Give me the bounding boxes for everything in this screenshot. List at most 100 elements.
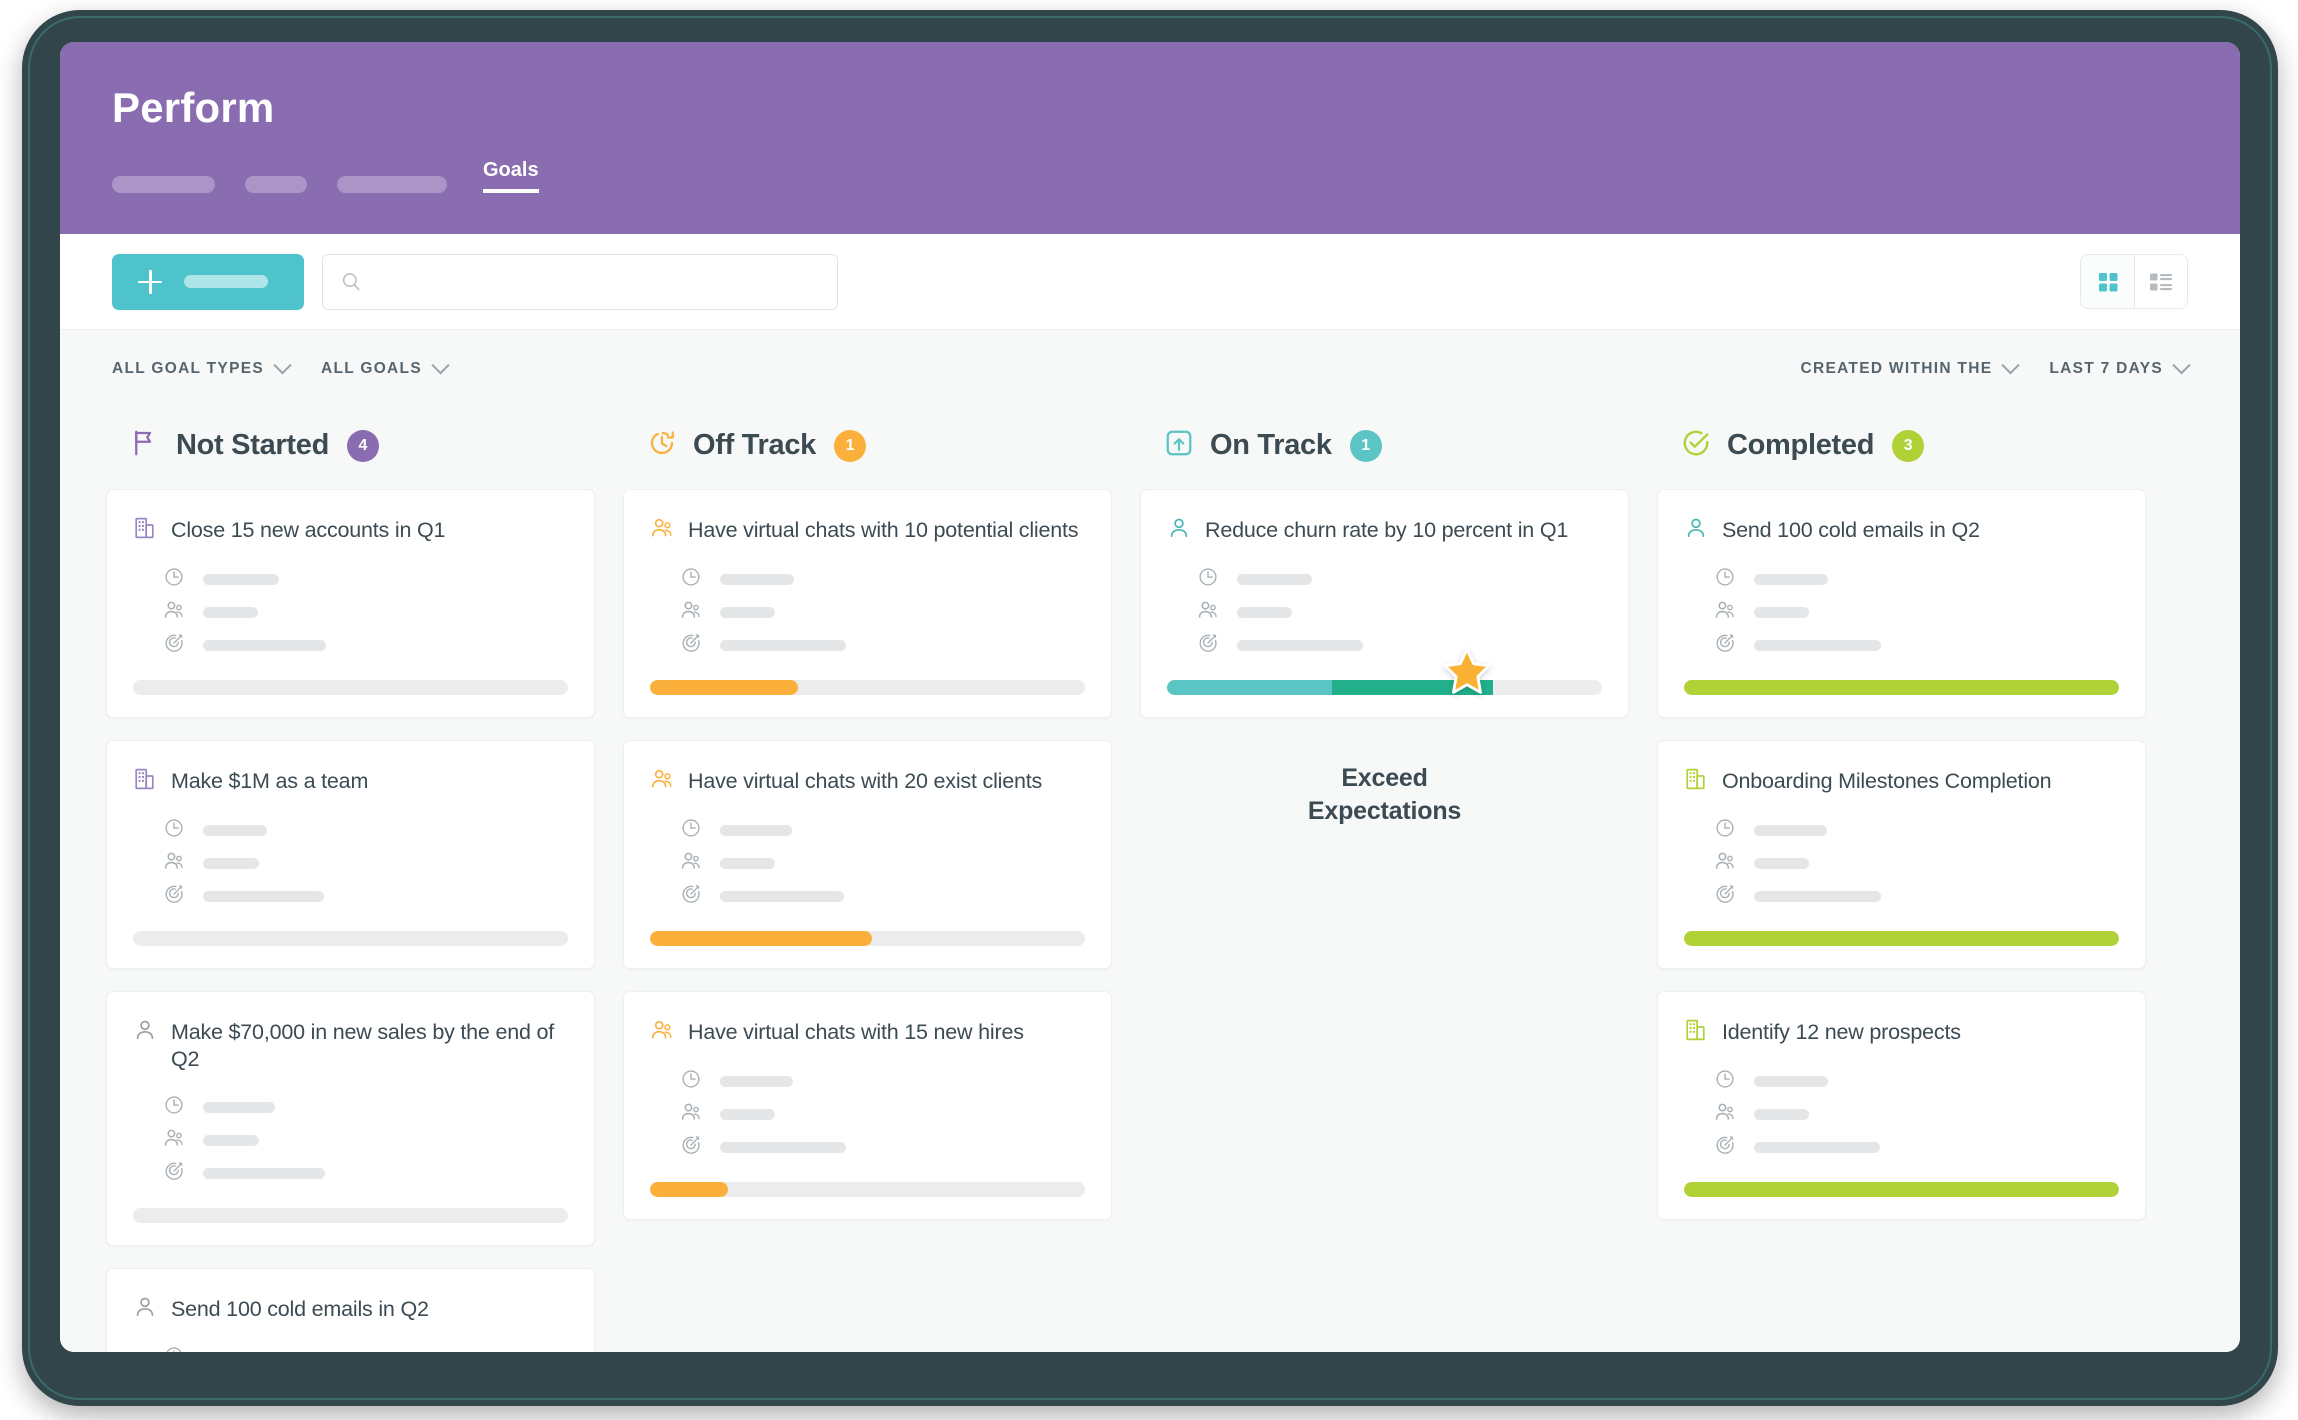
progress-segment (1167, 680, 1333, 695)
nav-item-placeholder-2[interactable] (245, 176, 307, 193)
flag-icon-wrap (130, 428, 160, 463)
goal-card[interactable]: Send 100 cold emails in Q2 (1657, 489, 2146, 718)
target-icon-wrap (1714, 883, 1736, 910)
search-icon (342, 272, 360, 290)
clock-arrow-icon-wrap (647, 428, 677, 463)
card-title-row: Send 100 cold emails in Q2 (133, 1295, 568, 1324)
clock-icon (165, 1096, 183, 1114)
card-meta-row (680, 814, 1085, 847)
nav-item-placeholder-3[interactable] (337, 176, 447, 193)
card-title-row: Have virtual chats with 10 potential cli… (650, 516, 1085, 545)
card-meta-value (720, 1076, 793, 1087)
search-box[interactable] (322, 253, 838, 310)
company-icon (1686, 1019, 1705, 1041)
people-icon (1198, 601, 1217, 618)
card-title-row: Reduce churn rate by 10 percent in Q1 (1167, 516, 1602, 545)
card-meta-list (163, 814, 568, 913)
goal-card[interactable]: Onboarding Milestones Completion (1657, 740, 2146, 969)
card-meta-row (680, 1065, 1085, 1098)
card-meta-row (163, 563, 568, 596)
filter-created-within[interactable]: CREATED WITHIN THE (1800, 355, 2021, 378)
card-title: Send 100 cold emails in Q2 (171, 1296, 429, 1321)
column-off-track: Off Track 1 Have virtual chats with 10 pot… (623, 416, 1112, 1352)
goal-card[interactable]: Make $1M as a team (106, 740, 595, 969)
clock-icon (165, 819, 183, 837)
people-icon-wrap (163, 1127, 185, 1154)
person-icon-wrap (1684, 516, 1708, 545)
person-icon (136, 1020, 154, 1040)
star-marker (1443, 648, 1519, 715)
card-meta-value (203, 1134, 259, 1146)
list-view-button[interactable] (2134, 255, 2187, 308)
nav-item-placeholder-1[interactable] (112, 176, 215, 193)
team-icon (651, 518, 672, 537)
goal-card[interactable]: Reduce churn rate by 10 percent in Q1 (1140, 489, 1629, 718)
plus-icon (138, 269, 162, 294)
card-meta-list (680, 1065, 1085, 1164)
card-meta-row (1714, 1065, 2119, 1098)
filter-last-7-days[interactable]: LAST 7 DAYS (2049, 355, 2191, 378)
card-title-row: Have virtual chats with 20 exist clients (650, 767, 1085, 796)
card-title: Close 15 new accounts in Q1 (171, 518, 446, 542)
card-meta-list (680, 563, 1085, 662)
card-title-row: Identify 12 new prospects (1684, 1018, 2119, 1047)
goal-card[interactable]: Close 15 new accounts in Q1 (106, 489, 595, 718)
card-meta-row (1714, 596, 2119, 629)
card-meta-row (1197, 629, 1602, 662)
card-meta-value (203, 825, 267, 836)
people-icon (1715, 601, 1734, 618)
card-title: Have virtual chats with 10 potential cli… (688, 518, 1079, 542)
target-icon (682, 885, 700, 903)
goal-card[interactable]: Make $70,000 in new sales by the end of … (106, 991, 595, 1246)
column-title: Completed (1727, 429, 1875, 461)
filter-goal-types-label: ALL GOAL TYPES (112, 360, 264, 377)
goal-card[interactable]: Have virtual chats with 20 exist clients (623, 740, 1112, 969)
card-meta-row (1714, 847, 2119, 880)
filter-goal-types[interactable]: ALL GOAL TYPES (112, 355, 292, 378)
grid-view-button[interactable] (2081, 255, 2134, 308)
add-goal-button[interactable] (112, 253, 304, 310)
column-header-completed: Completed 3 (1657, 416, 2146, 489)
filter-row-right: CREATED WITHIN THE LAST 7 DAYS (1768, 355, 2191, 378)
column-count-badge: 1 (1349, 429, 1382, 462)
goal-card[interactable]: Have virtual chats with 10 potential cli… (623, 489, 1112, 718)
goal-card[interactable]: Send 100 cold emails in Q2 (106, 1267, 595, 1352)
target-icon-wrap (1714, 632, 1736, 659)
column-header-on-track: On Track 1 (1140, 416, 1629, 489)
people-icon (1715, 852, 1734, 869)
goal-card[interactable]: Have virtual chats with 15 new hires (623, 991, 1112, 1220)
card-meta-row (680, 563, 1085, 596)
column-count-badge: 3 (1892, 429, 1925, 462)
card-title-row: Onboarding Milestones Completion (1684, 767, 2119, 796)
tab-goals[interactable]: Goals (483, 160, 539, 193)
goal-card[interactable]: Identify 12 new prospects (1657, 991, 2146, 1220)
card-meta-value (1754, 1109, 1809, 1120)
card-meta-value (720, 891, 844, 902)
add-goal-button-label (184, 275, 268, 288)
card-meta-list (163, 1342, 568, 1352)
people-icon-wrap (163, 850, 185, 877)
arrow-up-square-icon-wrap (1164, 428, 1194, 463)
progress-bar (650, 931, 1085, 946)
column-header-not-started: Not Started 4 (106, 416, 595, 489)
column-count-badge: 4 (347, 429, 379, 462)
company-icon-wrap (133, 767, 157, 796)
card-meta-row (1714, 563, 2119, 596)
filter-all-goals[interactable]: ALL GOALS (321, 355, 450, 378)
card-title: Have virtual chats with 15 new hires (688, 1020, 1024, 1044)
people-icon-wrap (680, 1101, 702, 1128)
people-icon-wrap (1714, 599, 1736, 626)
card-meta-value (1754, 1076, 1828, 1087)
card-meta-row (1714, 814, 2119, 847)
search-input[interactable] (373, 271, 819, 292)
goals-board: Not Started 4 Close 15 new accounts in Q1 M… (60, 408, 2240, 1352)
card-meta-list (163, 563, 568, 662)
chevron-down-icon (2001, 355, 2021, 374)
clock-icon (682, 819, 700, 837)
target-icon (1716, 1136, 1734, 1154)
person-icon-wrap (1167, 516, 1191, 545)
clock-icon-wrap (1714, 1068, 1736, 1095)
progress-fill (650, 680, 798, 695)
card-meta-value (720, 1109, 775, 1120)
progress-bar (650, 680, 1085, 695)
